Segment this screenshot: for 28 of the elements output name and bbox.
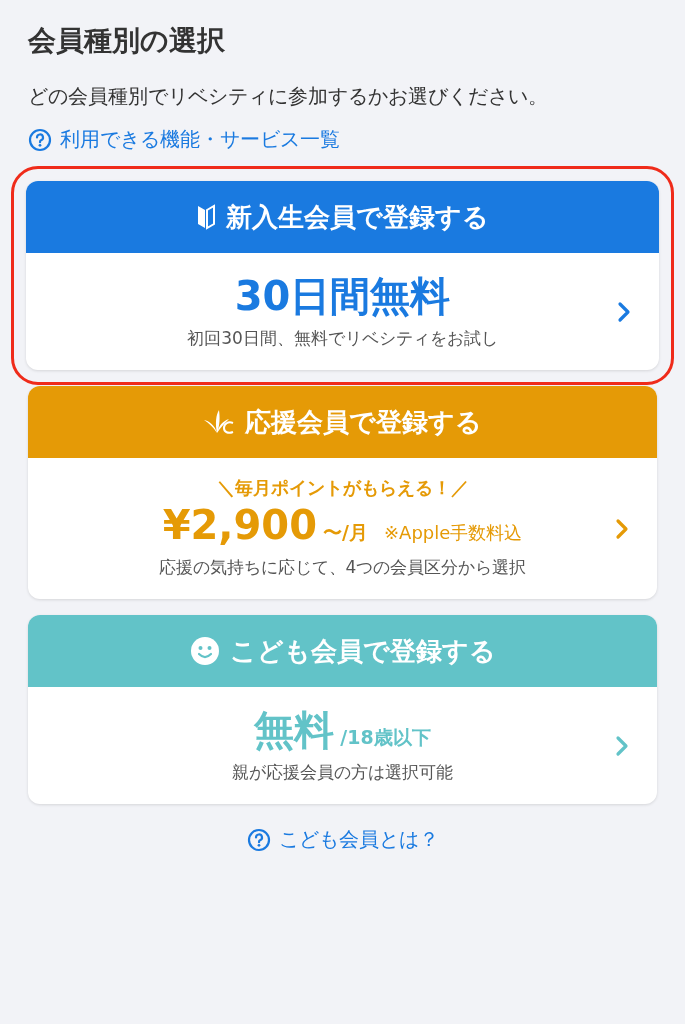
- card-description: 応援の気持ちに応じて、4つの会員区分から選択: [158, 556, 527, 579]
- chevron-icon: [617, 300, 631, 323]
- features-link[interactable]: 利用できる機能・サービス一覧: [28, 126, 340, 153]
- beginner-mark-icon: [196, 203, 216, 231]
- price-unit: /18歳以下: [340, 725, 431, 750]
- leaf-icon: [203, 409, 235, 435]
- help-icon: [246, 827, 271, 852]
- help-icon: [28, 127, 52, 152]
- price-note: ※Apple手数料込: [384, 521, 523, 545]
- membership-card[interactable]: 新入生会員で登録する 30日間無料 初回30日間、無料でリベシティをお試し: [26, 181, 659, 370]
- kids-link[interactable]: こども会員とは？: [246, 826, 439, 853]
- price: ¥2,900: [162, 501, 318, 550]
- price-unit: 〜/月: [323, 520, 368, 545]
- price: 30日間無料: [234, 272, 451, 321]
- chevron-icon: [615, 734, 629, 757]
- card-description: 初回30日間、無料でリベシティをお試し: [187, 327, 498, 350]
- chevron-icon: [615, 517, 629, 540]
- description: どの会員種別でリベシティに参加するかお選びください。: [28, 83, 549, 110]
- membership-card[interactable]: 応援会員で登録する ＼毎月ポイントがもらえる！／ ¥2,900〜/月 ※Apple手数料込 応援の気持ちに応じて、4つの会員区分から選択: [28, 386, 657, 599]
- card-description: 親が応援会員の方は選択可能: [232, 761, 453, 784]
- smiley-icon: [189, 636, 220, 666]
- price: 無料: [254, 706, 335, 755]
- page-title: 会員種別の選択: [28, 23, 226, 59]
- card-title: 応援会員で登録する: [245, 405, 482, 439]
- card-title: こども会員で登録する: [229, 634, 496, 668]
- membership-card[interactable]: こども会員で登録する 無料/18歳以下 親が応援会員の方は選択可能: [28, 615, 657, 804]
- card-title: 新入生会員で登録する: [226, 200, 489, 234]
- tagline: ＼毎月ポイントがもらえる！／: [216, 476, 469, 500]
